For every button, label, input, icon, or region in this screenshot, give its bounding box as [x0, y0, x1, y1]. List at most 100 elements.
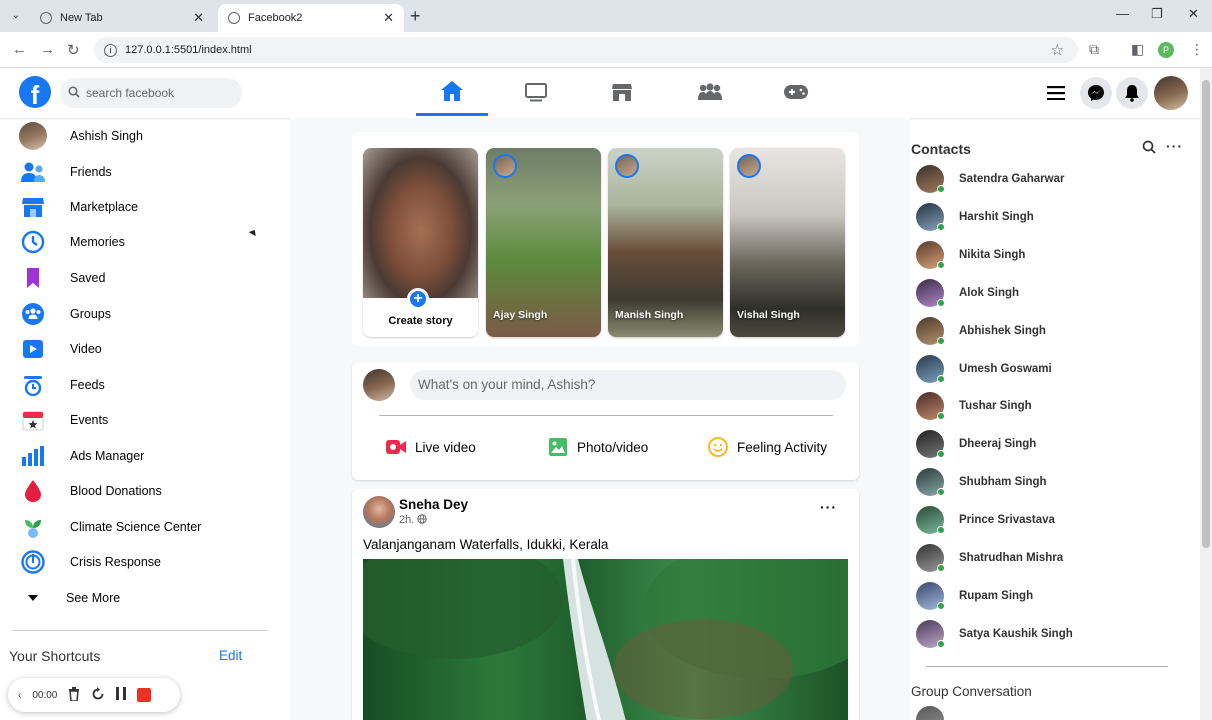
online-status-dot [937, 412, 945, 421]
sidebar-item-memories[interactable]: Memories [18, 225, 278, 259]
tab-search-chevron-icon[interactable]: ⌄ [8, 8, 24, 24]
globe-icon [228, 12, 240, 24]
account-avatar[interactable] [1154, 76, 1188, 110]
contact-row[interactable]: Abhishek Singh [916, 314, 1180, 348]
contact-row[interactable]: Harshit Singh [916, 200, 1180, 234]
story-avatar [493, 154, 517, 178]
contact-row[interactable]: Shatrudhan Mishra [916, 541, 1180, 575]
sidebar-item-friends[interactable]: Friends [18, 155, 278, 189]
restart-icon[interactable] [91, 686, 105, 704]
contact-row[interactable]: Umesh Goswami [916, 352, 1180, 386]
contact-name: Shubham Singh [959, 476, 1047, 489]
browser-tab-facebook2[interactable]: Facebook2 ✕ [218, 4, 404, 32]
public-globe-icon [417, 514, 428, 526]
reload-icon[interactable]: ↻ [67, 41, 80, 59]
nav-watch[interactable] [500, 68, 572, 116]
post-options-ellipsis-icon[interactable]: ··· [820, 499, 837, 515]
sidebar-item-groups[interactable]: Groups [18, 297, 278, 331]
contact-row[interactable]: Rupam Singh [916, 579, 1180, 613]
nav-groups[interactable] [674, 68, 746, 116]
sidebar-item-climate-science-center[interactable]: Climate Science Center [18, 510, 278, 544]
browser-menu-kebab-icon[interactable]: ⋮ [1190, 41, 1204, 58]
photo-icon [548, 438, 568, 456]
nav-gaming[interactable] [760, 68, 832, 116]
story-card[interactable]: Ajay Singh [486, 148, 601, 337]
contacts-search-icon[interactable] [1142, 140, 1156, 157]
trash-icon[interactable] [68, 686, 80, 704]
contact-row[interactable]: Nikita Singh [916, 238, 1180, 272]
close-tab-icon[interactable]: ✕ [193, 10, 204, 26]
restore-icon[interactable]: ❐ [1151, 6, 1163, 22]
contact-row[interactable]: Tushar Singh [916, 389, 1180, 423]
contacts-options-ellipsis-icon[interactable]: ··· [1166, 138, 1183, 154]
contact-row[interactable]: Shubham Singh [916, 465, 1180, 499]
saved-icon [18, 263, 48, 293]
sidebar-item-profile[interactable]: Ashish Singh [18, 119, 278, 153]
forward-arrow-icon[interactable]: → [40, 41, 55, 58]
side-panel-icon[interactable]: ◧ [1131, 41, 1144, 58]
home-icon [441, 80, 463, 101]
live-video-button[interactable]: Live video [386, 438, 476, 456]
facebook-logo-icon[interactable]: f [19, 76, 51, 108]
contact-avatar [916, 202, 945, 231]
sidebar-item-label: Events [70, 413, 109, 427]
stop-record-icon[interactable] [137, 688, 152, 702]
search-input[interactable]: search facebook [60, 78, 242, 108]
photo-video-button[interactable]: Photo/video [548, 438, 648, 456]
nav-marketplace[interactable] [586, 68, 658, 116]
post-composer: What's on your mind, Ashish? Live video … [352, 362, 859, 480]
sidebar-item-crisis-response[interactable]: Crisis Response [18, 545, 278, 579]
story-card[interactable]: Manish Singh [608, 148, 723, 337]
post-image-waterfall[interactable] [363, 559, 848, 720]
nav-home[interactable] [416, 68, 488, 116]
pause-icon[interactable] [116, 687, 127, 703]
online-status-dot [937, 374, 945, 383]
new-tab-plus-icon[interactable]: + [410, 6, 421, 27]
contact-row[interactable]: Satendra Gaharwar [916, 162, 1180, 196]
online-status-dot [937, 450, 945, 459]
story-name: Manish Singh [615, 309, 684, 321]
bookmark-star-icon[interactable]: ☆ [1051, 41, 1064, 59]
post-author-avatar[interactable] [363, 496, 395, 528]
page-scrollbar-thumb[interactable] [1202, 80, 1210, 548]
divider [379, 415, 833, 416]
contact-name: Satya Kaushik Singh [959, 627, 1073, 640]
story-card[interactable]: Vishal Singh [730, 148, 845, 337]
add-story-plus-icon[interactable]: + [407, 288, 429, 310]
notifications-button[interactable] [1116, 77, 1148, 109]
sidebar-item-marketplace[interactable]: Marketplace [18, 190, 278, 224]
whats-on-your-mind-input[interactable]: What's on your mind, Ashish? [410, 370, 846, 400]
collapse-chevron-icon[interactable]: ‹ [18, 690, 21, 701]
post-author-name[interactable]: Sneha Dey [399, 497, 468, 512]
window-close-icon[interactable]: ✕ [1188, 6, 1199, 22]
contact-name: Harshit Singh [959, 210, 1034, 223]
site-info-icon[interactable]: i [104, 43, 117, 57]
contact-row[interactable]: Alok Singh [916, 276, 1180, 310]
sidebar-item-saved[interactable]: Saved [18, 261, 278, 295]
contact-row[interactable]: Prince Srivastava [916, 503, 1180, 537]
feeling-activity-button[interactable]: Feeling Activity [708, 437, 827, 457]
url-bar[interactable]: i 127.0.0.1:5501/index.html ☆ [94, 37, 1078, 63]
contact-row[interactable]: Dheeraj Singh [916, 427, 1180, 461]
browser-tab-new-tab[interactable]: New Tab ✕ [30, 4, 214, 32]
shortcuts-edit-link[interactable]: Edit [219, 648, 242, 663]
sidebar-see-more[interactable]: See More [18, 581, 278, 615]
contact-row[interactable]: Satya Kaushik Singh [916, 617, 1180, 651]
bell-icon [1125, 85, 1139, 102]
video-icon [18, 334, 48, 364]
sidebar-item-blood-donations[interactable]: Blood Donations [18, 474, 278, 508]
sidebar-item-video[interactable]: Video [18, 332, 278, 366]
messenger-button[interactable] [1080, 77, 1112, 109]
menu-button[interactable] [1040, 77, 1072, 109]
sidebar-item-events[interactable]: Events [18, 403, 278, 437]
group-conversation-avatar[interactable] [916, 706, 944, 720]
post-caption: Valanjanganam Waterfalls, Idukki, Kerala [363, 537, 609, 552]
online-status-dot [937, 222, 945, 231]
extensions-puzzle-icon[interactable]: ⧉ [1089, 41, 1099, 58]
close-tab-icon[interactable]: ✕ [383, 10, 394, 26]
browser-profile-avatar[interactable]: P [1158, 42, 1174, 58]
sidebar-item-ads-manager[interactable]: Ads Manager [18, 439, 278, 473]
minimize-icon[interactable]: — [1116, 6, 1129, 21]
sidebar-item-feeds[interactable]: Feeds [18, 368, 278, 402]
back-arrow-icon[interactable]: ← [12, 41, 27, 58]
